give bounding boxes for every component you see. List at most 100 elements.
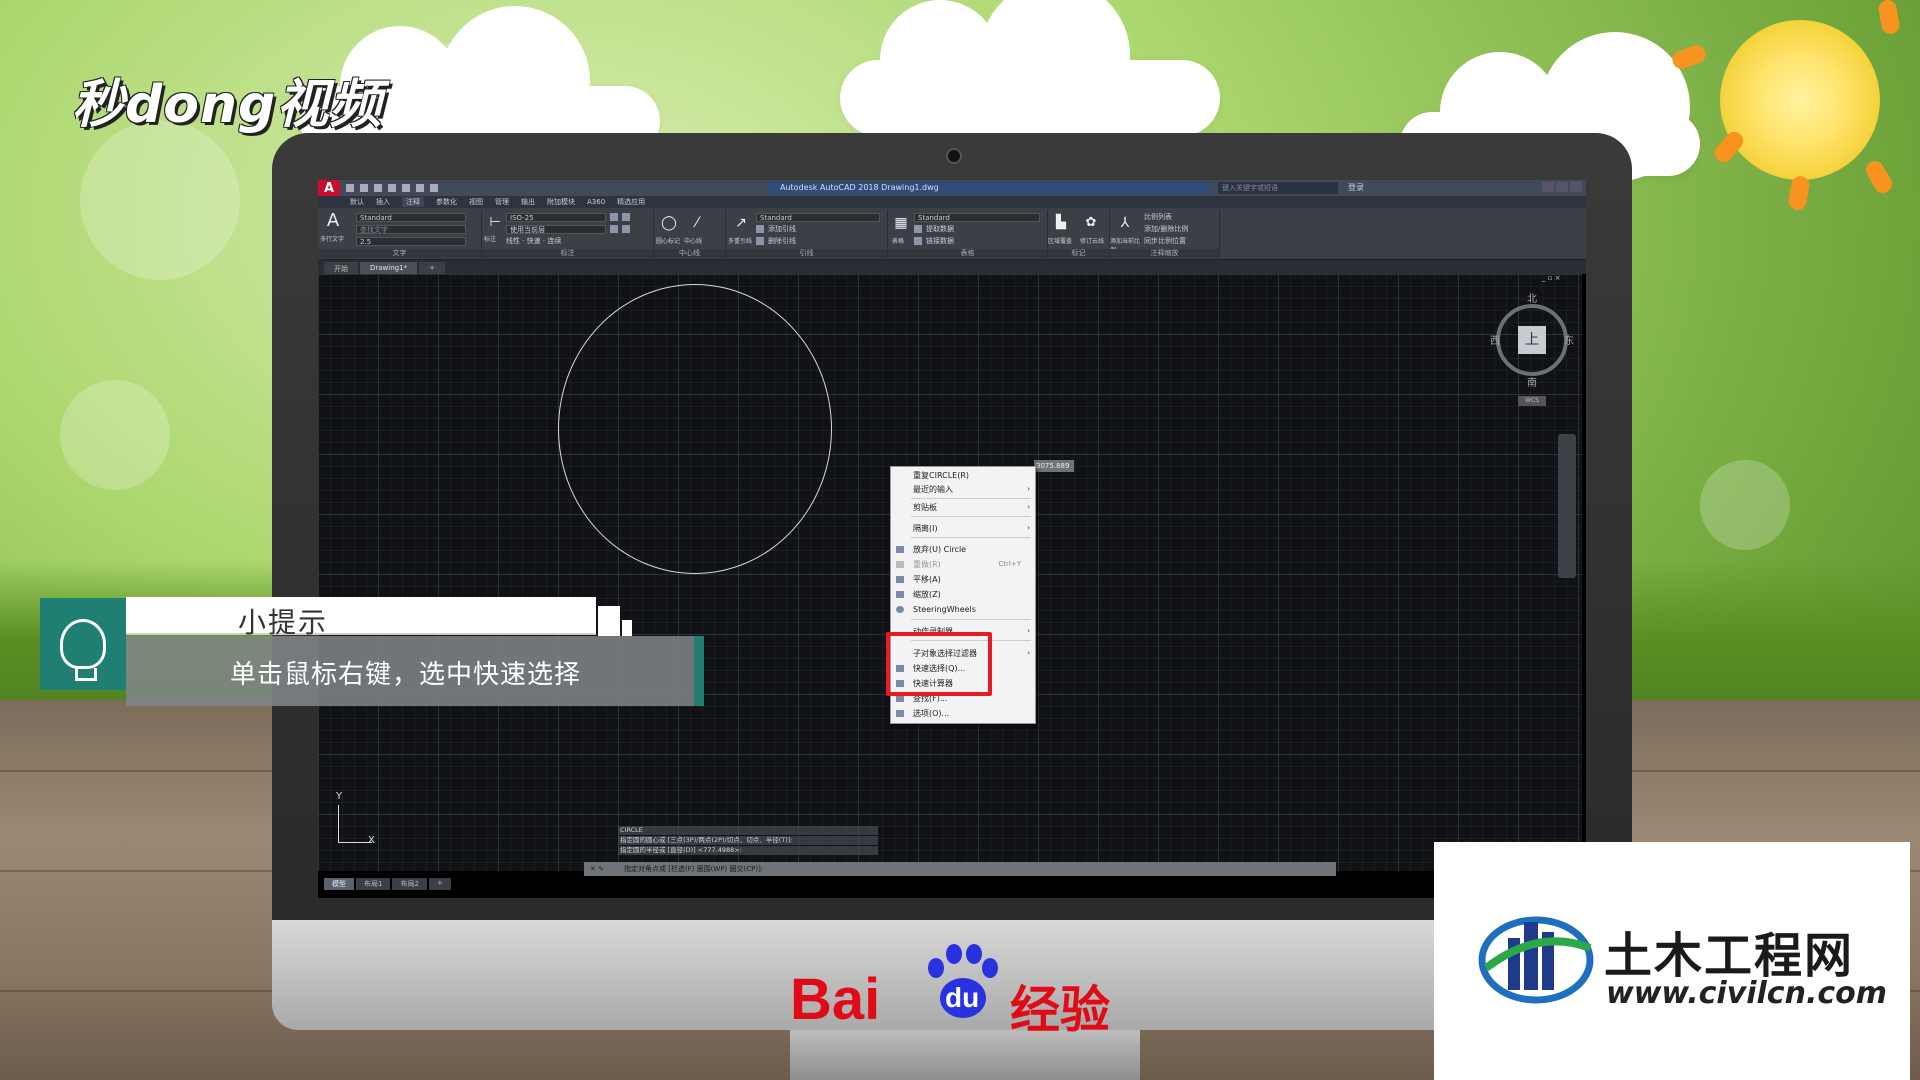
centerline-icon[interactable]: ⁄ bbox=[688, 214, 706, 232]
menu-item-repeat-circle[interactable]: 重复CIRCLE(R) bbox=[891, 469, 1035, 482]
extract-data-button[interactable]: 提取数据 bbox=[926, 224, 954, 234]
viewcube-south[interactable]: 南 bbox=[1527, 374, 1537, 389]
baidu-du-text: du bbox=[945, 982, 980, 1013]
tab-manage[interactable]: 管理 bbox=[495, 197, 509, 207]
menu-item-pan[interactable]: 平移(A) bbox=[891, 573, 1035, 586]
maximize-icon[interactable] bbox=[1556, 182, 1568, 192]
civilcn-watermark: 土木工程网 www.civilcn.com bbox=[1434, 842, 1910, 1080]
table-panel-title[interactable]: 表格 bbox=[888, 249, 1047, 258]
tab-home[interactable]: 默认 bbox=[350, 197, 364, 207]
tab-featured-apps[interactable]: 精选应用 bbox=[617, 197, 645, 207]
dim-style-select[interactable]: ISO-25 bbox=[506, 212, 606, 222]
viewcube-north[interactable]: 北 bbox=[1527, 290, 1537, 305]
tab-layout2[interactable]: 布局2 bbox=[392, 878, 427, 890]
dim-tool-icon[interactable] bbox=[610, 213, 618, 221]
tab-start[interactable]: 开始 bbox=[324, 262, 358, 274]
viewcube-east[interactable]: 东 bbox=[1564, 332, 1574, 347]
menu-item-recent-input[interactable]: 最近的输入 › bbox=[891, 483, 1035, 496]
ucs-icon: Y X bbox=[332, 791, 375, 849]
navigation-bar[interactable] bbox=[1558, 434, 1576, 578]
menu-item-isolate[interactable]: 隔离(I) › bbox=[891, 522, 1035, 535]
wipeout-icon[interactable]: ▙ bbox=[1052, 214, 1070, 232]
dim-tool-icon[interactable] bbox=[622, 213, 630, 221]
table-icon[interactable]: ▦ bbox=[892, 214, 910, 232]
table-style-select[interactable]: Standard bbox=[914, 212, 1040, 222]
link-data-icon[interactable] bbox=[914, 237, 922, 245]
sync-scale-button[interactable]: 同步比例位置 bbox=[1144, 236, 1186, 246]
add-delete-scale-button[interactable]: 添加/删除比例 bbox=[1144, 224, 1188, 234]
dim-tool-icon[interactable] bbox=[610, 225, 618, 233]
application-menu-button[interactable]: A bbox=[318, 180, 340, 196]
tab-a360[interactable]: A360 bbox=[587, 198, 605, 206]
remove-leader-button[interactable]: 删除引线 bbox=[768, 236, 796, 246]
close-icon[interactable] bbox=[1570, 182, 1582, 192]
dimension-icon[interactable]: ⊢ bbox=[486, 214, 504, 232]
tab-model[interactable]: 模型 bbox=[324, 878, 354, 890]
tab-layout1[interactable]: 布局1 bbox=[356, 878, 391, 890]
quick-access-toolbar bbox=[346, 184, 438, 192]
viewcube-west[interactable]: 西 bbox=[1490, 332, 1500, 347]
redo-icon[interactable] bbox=[430, 184, 438, 192]
center-mark-icon[interactable]: ◯ bbox=[660, 214, 678, 232]
menu-item-steeringwheels[interactable]: SteeringWheels bbox=[891, 603, 1035, 616]
tab-insert[interactable]: 插入 bbox=[376, 197, 390, 207]
command-close-icon[interactable]: ✕ ✎ bbox=[590, 862, 604, 876]
annotation-scaling-title[interactable]: 注释缩放 bbox=[1110, 249, 1219, 258]
dim-layer-select[interactable]: 使用当前层 bbox=[506, 224, 606, 234]
multiline-text-icon[interactable]: A bbox=[324, 212, 342, 230]
menu-item-clipboard[interactable]: 剪贴板 › bbox=[891, 501, 1035, 514]
save-icon[interactable] bbox=[374, 184, 382, 192]
minimize-icon[interactable] bbox=[1542, 182, 1554, 192]
drawn-circle[interactable] bbox=[558, 284, 832, 574]
tab-output[interactable]: 输出 bbox=[521, 197, 535, 207]
new-tab-button[interactable]: + bbox=[419, 262, 445, 274]
link-data-button[interactable]: 链接数据 bbox=[926, 236, 954, 246]
text-height-select[interactable]: 2.5 bbox=[356, 236, 466, 246]
multileader-label: 多重引线 bbox=[728, 238, 753, 245]
add-current-scale-icon[interactable]: ⅄ bbox=[1116, 214, 1134, 232]
ucs-y-label: Y bbox=[336, 791, 343, 802]
tab-annotate[interactable]: 注释 bbox=[402, 197, 424, 207]
leader-panel-title[interactable]: 引线 bbox=[726, 249, 887, 258]
print-icon[interactable] bbox=[402, 184, 410, 192]
find-text-input[interactable]: 查找文字 bbox=[356, 224, 466, 234]
tab-view[interactable]: 视图 bbox=[469, 197, 483, 207]
text-panel-title[interactable]: 文字 bbox=[318, 249, 481, 258]
text-style-select[interactable]: Standard bbox=[356, 212, 466, 222]
markup-panel-title[interactable]: 标记 bbox=[1048, 249, 1109, 258]
viewport-controls[interactable]: _ ▫ × bbox=[1542, 274, 1561, 282]
scale-list-button[interactable]: 比例列表 bbox=[1144, 212, 1172, 222]
undo-icon[interactable] bbox=[416, 184, 424, 192]
tab-addins[interactable]: 附加模块 bbox=[547, 197, 575, 207]
wcs-menu[interactable]: WCS bbox=[1518, 396, 1546, 406]
login-button[interactable]: 登录 bbox=[1348, 182, 1364, 193]
add-leader-icon[interactable] bbox=[756, 225, 764, 233]
menu-item-undo[interactable]: 放弃(U) Circle bbox=[891, 543, 1035, 556]
dim-tools-row[interactable]: 线性 · 快速 · 连续 bbox=[506, 236, 561, 246]
dimension-panel-title[interactable]: 标注 bbox=[482, 249, 653, 258]
search-input[interactable]: 键入关键字或短语 bbox=[1218, 182, 1338, 194]
baidu-jingyan-watermark: Bai du 经验 bbox=[790, 940, 1150, 1039]
new-icon[interactable] bbox=[346, 184, 354, 192]
viewcube[interactable]: 北 上 西 东 南 WCS bbox=[1490, 290, 1574, 406]
revision-cloud-icon[interactable]: ✿ bbox=[1082, 214, 1100, 232]
viewcube-top-face[interactable]: 上 bbox=[1518, 326, 1546, 354]
options-icon bbox=[896, 710, 904, 717]
tab-parametric[interactable]: 参数化 bbox=[436, 197, 457, 207]
add-layout-button[interactable]: + bbox=[428, 878, 451, 890]
add-leader-button[interactable]: 添加引线 bbox=[768, 224, 796, 234]
undo-icon bbox=[896, 546, 904, 553]
save-as-icon[interactable] bbox=[388, 184, 396, 192]
multileader-icon[interactable]: ↗ bbox=[732, 214, 750, 232]
sun-decoration bbox=[1720, 20, 1880, 180]
leader-style-select[interactable]: Standard bbox=[756, 212, 880, 222]
command-line-input[interactable]: ✕ ✎ 指定对角点或 [栏选(F) 圈围(WP) 圈交(CP)]: bbox=[584, 862, 1336, 876]
remove-leader-icon[interactable] bbox=[756, 237, 764, 245]
centerline-panel-title[interactable]: 中心线 bbox=[654, 249, 725, 258]
menu-item-options[interactable]: 选项(O)... bbox=[891, 707, 1035, 720]
extract-data-icon[interactable] bbox=[914, 225, 922, 233]
dim-tool-icon[interactable] bbox=[622, 225, 630, 233]
tab-drawing1[interactable]: Drawing1* bbox=[360, 262, 418, 274]
menu-item-zoom[interactable]: 缩放(Z) bbox=[891, 588, 1035, 601]
open-icon[interactable] bbox=[360, 184, 368, 192]
